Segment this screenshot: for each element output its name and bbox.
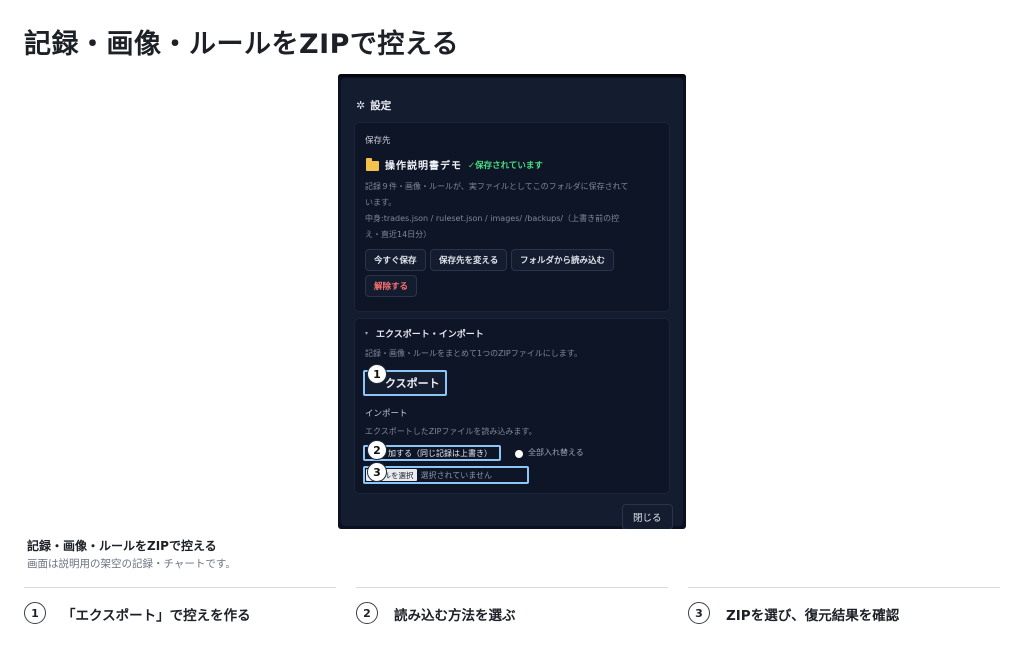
settings-screenshot: ✲ 設定 保存先 操作説明書デモ ✓保存されています 記録９件・画像・ルールが、… xyxy=(338,74,686,529)
import-desc: エクスポートしたZIPファイルを読み込みます。 xyxy=(365,427,537,436)
export-import-card: ▾ エクスポート・インポート 記録・画像・ルールをまとめて1つのZIPファイルに… xyxy=(354,318,670,494)
step-2: 2 読み込む方法を選ぶ xyxy=(356,587,668,637)
save-now-button[interactable]: 今すぐ保存 xyxy=(365,249,426,271)
folder-icon xyxy=(366,157,379,171)
dialog-header: ✲ 設定 xyxy=(356,98,391,113)
replace-option-label: 全部入れ替える xyxy=(528,448,584,457)
storage-desc-2: います。 xyxy=(365,198,397,207)
step-3: 3 ZIPを選び、復元結果を確認 xyxy=(688,587,1000,637)
folder-row: 操作説明書デモ ✓保存されています xyxy=(366,157,543,172)
merge-option-label: 加する（同じ記録は上書き） xyxy=(388,448,492,458)
export-import-title: エクスポート・インポート xyxy=(376,330,484,340)
import-label: インポート xyxy=(365,409,408,419)
step-badge-3: 3 xyxy=(367,462,387,482)
export-desc: 記録・画像・ルールをまとめて1つのZIPファイルにします。 xyxy=(365,349,582,358)
storage-contents-2: え・直近14日分） xyxy=(365,230,432,239)
gear-icon: ✲ xyxy=(356,99,366,112)
storage-label: 保存先 xyxy=(365,136,391,146)
step-number: 2 xyxy=(356,602,378,624)
release-button[interactable]: 解除する xyxy=(365,275,418,297)
saved-status: ✓保存されています xyxy=(468,160,543,171)
file-input[interactable]: イルを選択 選択されていません xyxy=(363,466,529,484)
storage-card: 保存先 操作説明書デモ ✓保存されています 記録９件・画像・ルールが、実ファイル… xyxy=(354,122,670,312)
caption-title: 記録・画像・ルールをZIPで控える xyxy=(27,539,217,553)
storage-contents-1: 中身:trades.json / ruleset.json / images/ … xyxy=(365,214,620,223)
folder-name: 操作説明書デモ xyxy=(385,161,462,172)
step-label: 読み込む方法を選ぶ xyxy=(394,608,516,624)
settings-dialog: ✲ 設定 保存先 操作説明書デモ ✓保存されています 記録９件・画像・ルールが、… xyxy=(341,78,683,529)
dialog-title: 設定 xyxy=(370,100,392,112)
step-badge-1: 1 xyxy=(367,364,387,384)
step-1: 1 「エクスポート」で控えを作る xyxy=(24,587,336,637)
top-edge xyxy=(338,74,686,77)
step-label: ZIPを選び、復元結果を確認 xyxy=(726,608,900,624)
step-number: 3 xyxy=(688,602,710,624)
step-label: 「エクスポート」で控えを作る xyxy=(62,608,251,624)
page-title: 記録・画像・ルールをZIPで控える xyxy=(24,29,460,60)
storage-desc-1: 記録９件・画像・ルールが、実ファイルとしてこのフォルダに保存されて xyxy=(365,182,629,191)
load-from-folder-button[interactable]: フォルダから読み込む xyxy=(511,249,615,271)
step-number: 1 xyxy=(24,602,46,624)
step-badge-2: 2 xyxy=(367,440,387,460)
collapse-triangle-icon: ▾ xyxy=(365,330,369,337)
file-status: 選択されていません xyxy=(420,470,493,480)
replace-option-radio[interactable] xyxy=(515,450,523,458)
change-location-button[interactable]: 保存先を変える xyxy=(430,249,508,271)
close-button[interactable]: 閉じる xyxy=(622,504,673,529)
export-button-label: クスポート xyxy=(385,377,440,390)
export-import-header[interactable]: ▾ エクスポート・インポート xyxy=(365,327,484,340)
caption-subtitle: 画面は説明用の架空の記録・チャートです。 xyxy=(27,558,236,570)
